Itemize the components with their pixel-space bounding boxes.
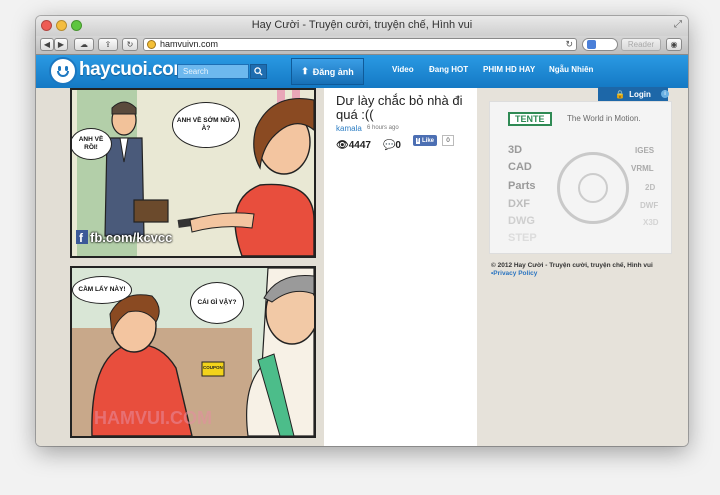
advertisement-banner[interactable]: i TENTE The World in Motion. 3D CAD Part… [489,90,672,254]
post-image-label: Đăng ảnh [312,66,354,77]
facebook-icon: f [416,137,420,144]
ad-word-dwf: DWF [640,201,659,210]
logo-mouth [57,71,69,77]
nav-phim-hd[interactable]: PHIM HD HAY [483,65,535,74]
fullscreen-icon[interactable]: ⤢ [674,19,682,30]
ad-brand-logo: TENTE [508,112,552,126]
speech-bubble-1: ANH VỀ RỒI! [72,128,112,160]
site-favicon-icon [147,40,156,49]
speech-bubble-2: ANH VỀ SỚM NỮA À? [172,102,240,148]
reload-icon[interactable]: ↻ [565,39,573,50]
nav-hot[interactable]: Đang HOT [429,65,468,74]
post-stats: 👁4447 💬0 [336,140,401,151]
post-author-link[interactable]: kamala [336,124,362,133]
views-stat: 👁4447 [336,140,371,151]
ad-tagline: The World in Motion. [567,114,641,123]
sidebar: 🔒 Login i TENTE The World in Motion. 3D C… [477,87,688,446]
views-count: 4447 [348,140,371,151]
reader-button[interactable]: Reader [621,38,661,51]
speech-bubble-3: CẦM LẤY NÀY! [72,276,132,304]
comic-panel-2: HAMVUI.COM CẦM LẤY NÀY! CÁI GÌ VẬY? COUP… [70,266,316,438]
ad-word-2d: 2D [645,183,656,192]
like-count: 0 [442,135,454,146]
browser-toolbar: ◀ ▶ ☁ ⇪ ↻ hamvuivn.com ↻ Reader ◉ [36,36,688,55]
facebook-like-button[interactable]: f Like [413,135,438,146]
site-logo-text[interactable]: haycuoi.com [79,59,190,81]
facebook-watermark: fb.com/kcvcc [90,230,173,245]
search-field[interactable] [582,38,618,51]
comic-panel-1: f ANH VỀ RỒI! ANH VỀ SỚM NỮA À? fb.com/k… [70,88,316,258]
comment-icon: 💬 [382,140,396,151]
like-label: Like [422,137,435,144]
ad-word-step: STEP [508,232,537,244]
login-button[interactable]: 🔒 Login [598,87,668,101]
ad-word-vrml: VRML [631,164,654,173]
post-info: Dư lày chắc bỏ nhà đi quá :(( kamala 6 h… [324,88,477,446]
comments-stat: 💬0 [383,140,401,151]
ad-word-parts: Parts [508,180,536,192]
login-label: Login [629,89,651,99]
caster-wheel-image [557,152,629,224]
privacy-policy-link[interactable]: •Privacy Policy [491,270,537,277]
site-header: haycuoi.com Search ⬆ Đăng ảnh Video Đang… [36,55,688,89]
nav-video[interactable]: Video [392,65,414,74]
share-button[interactable]: ⇪ [98,38,118,51]
lock-icon: 🔒 [615,89,626,99]
web-page: haycuoi.com Search ⬆ Đăng ảnh Video Đang… [36,55,688,446]
upload-icon: ⬆ [301,66,309,76]
icloud-tabs-button[interactable]: ☁ [74,38,94,51]
smiley-logo-icon[interactable] [49,57,77,85]
search-icon [254,67,263,76]
eye-icon: 👁 [336,140,349,151]
site-search-button[interactable] [250,64,267,79]
ad-word-dxf: DXF [508,198,530,210]
caster-wheel-hub [578,173,608,203]
post-image-button[interactable]: ⬆ Đăng ảnh [291,58,364,85]
ad-word-iges: IGES [635,146,655,155]
nav-random[interactable]: Ngẫu Nhiên [549,65,593,74]
ad-word-x3d: X3D [643,218,659,227]
reload-page-button[interactable]: ↻ [122,38,138,51]
downloads-button[interactable]: ◉ [666,38,682,51]
comic-image: f ANH VỀ RỒI! ANH VỀ SỚM NỮA À? fb.com/k… [36,88,324,446]
ad-word-dwg: DWG [508,215,535,227]
forward-button[interactable]: ▶ [54,38,68,51]
hamvui-watermark: HAMVUI.COM [94,408,212,428]
post-title[interactable]: Dư lày chắc bỏ nhà đi quá :(( [336,94,474,122]
copyright-text: © 2012 Hay Cười - Truyện cười, truyện ch… [491,262,653,269]
coupon-label: COUPON [203,365,223,370]
ad-word-cad: CAD [508,161,532,173]
google-icon [587,40,596,49]
back-button[interactable]: ◀ [40,38,54,51]
browser-window: Hay Cười - Truyện cười, truyện chế, Hình… [36,16,688,446]
comments-count: 0 [395,140,401,151]
address-bar[interactable]: hamvuivn.com ↻ [143,38,577,51]
adchoices-icon[interactable]: i [661,90,669,98]
window-title: Hay Cười - Truyện cười, truyện chế, Hình… [251,19,473,31]
address-text: hamvuivn.com [160,39,219,49]
ad-word-3d: 3D [508,144,523,156]
title-bar: Hay Cười - Truyện cười, truyện chế, Hình… [36,16,688,36]
speech-bubble-4: CÁI GÌ VẬY? [190,282,244,324]
site-search-input[interactable]: Search [177,64,249,79]
post-time: 6 hours ago [367,125,399,131]
